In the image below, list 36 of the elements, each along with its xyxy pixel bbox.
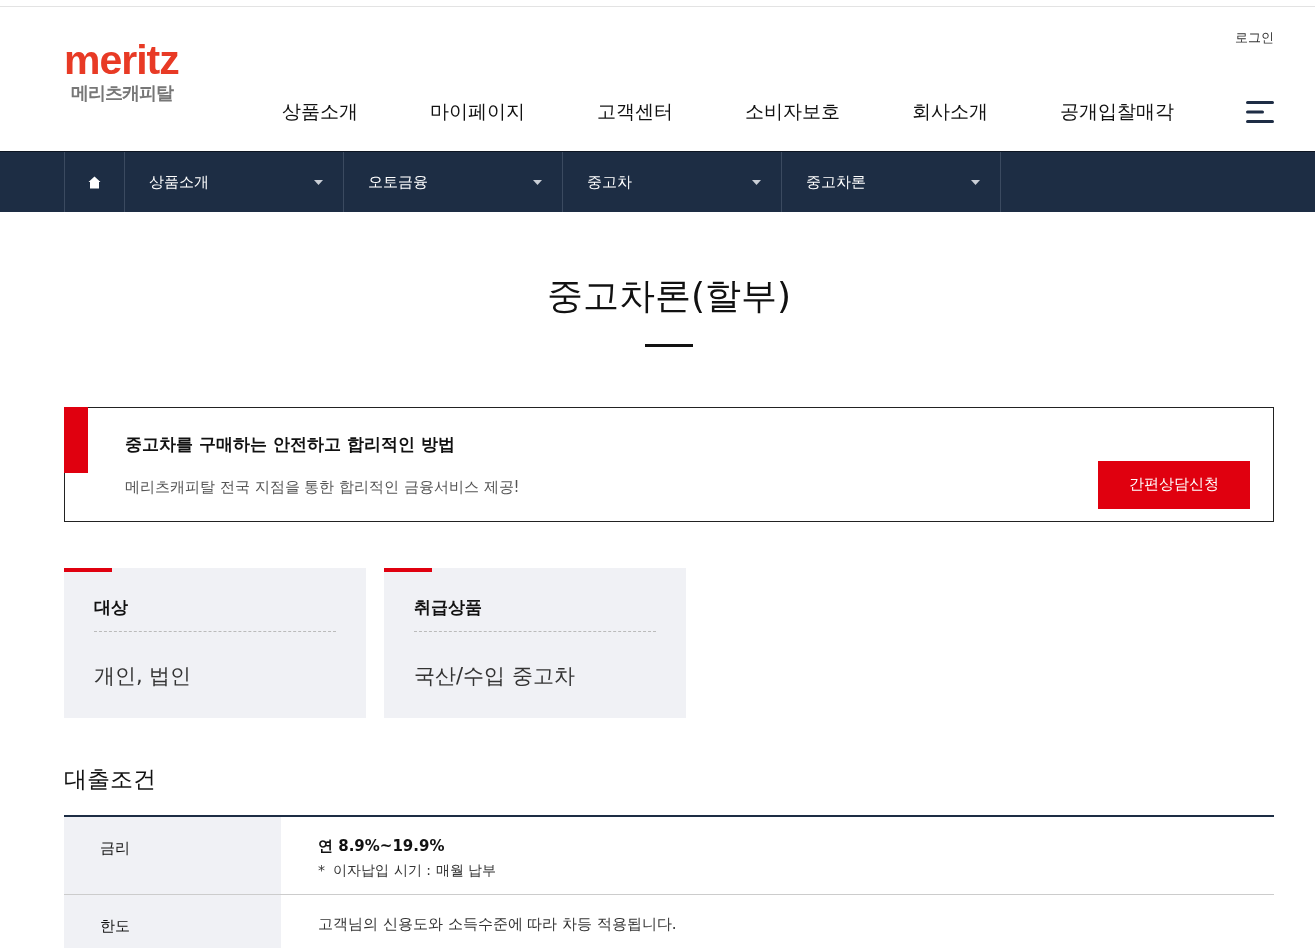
accent-bar [384,568,432,572]
caret-icon [533,179,542,185]
nav-menu-item[interactable]: 마이페이지 [430,99,525,125]
table-header-cell: 한도 [64,895,281,948]
card-label: 취급상품 [414,596,656,632]
consultation-button[interactable]: 간편상담신청 [1098,460,1250,509]
page-title: 중고차론(할부) [545,274,793,318]
logo-subtitle: 메리츠캐피탈 [71,81,173,105]
card-value: 개인, 법인 [94,663,193,690]
logo-wordmark[interactable]: meritz [64,39,179,81]
accent-bar [64,568,112,572]
breadcrumb-dropdown[interactable]: 중고차론 [782,152,1001,212]
caret-icon [971,179,980,185]
breadcrumb-dropdown[interactable]: 상품소개 [125,152,344,212]
caret-icon [314,179,323,185]
breadcrumb-dropdown[interactable]: 중고차 [563,152,782,212]
table-cell-text: 고객님의 신용도와 소득수준에 따라 차등 적용됩니다. [318,915,678,934]
home-icon[interactable] [88,175,101,189]
nav-menu-item[interactable]: 회사소개 [912,99,988,125]
section-title: 대출조건 [64,765,157,794]
table-cell-text: 연 8.9%~19.9% [318,837,446,856]
nav-menu-item[interactable]: 공개입찰매각 [1060,99,1174,125]
banner-heading: 중고차를 구매하는 안전하고 합리적인 방법 [125,432,456,456]
nav-menu-item[interactable]: 소비자보호 [745,99,840,125]
banner-description: 메리츠캐피탈 전국 지점을 통한 합리적인 금융서비스 제공! [125,477,521,497]
nav-menu-item[interactable]: 상품소개 [282,99,358,125]
menu-icon[interactable] [1246,101,1274,123]
card-label: 대상 [94,596,336,632]
table-note: * 이자납입 시기 : 매월 납부 [318,862,497,880]
caret-icon [752,179,761,185]
table-header-cell: 금리 [64,817,281,894]
card-value: 국산/수입 중고차 [414,663,576,690]
login-link[interactable]: 로그인 [1235,30,1274,45]
breadcrumb-dropdown[interactable]: 오토금융 [344,152,563,212]
accent-bar [64,407,88,473]
nav-menu-item[interactable]: 고객센터 [597,99,673,125]
